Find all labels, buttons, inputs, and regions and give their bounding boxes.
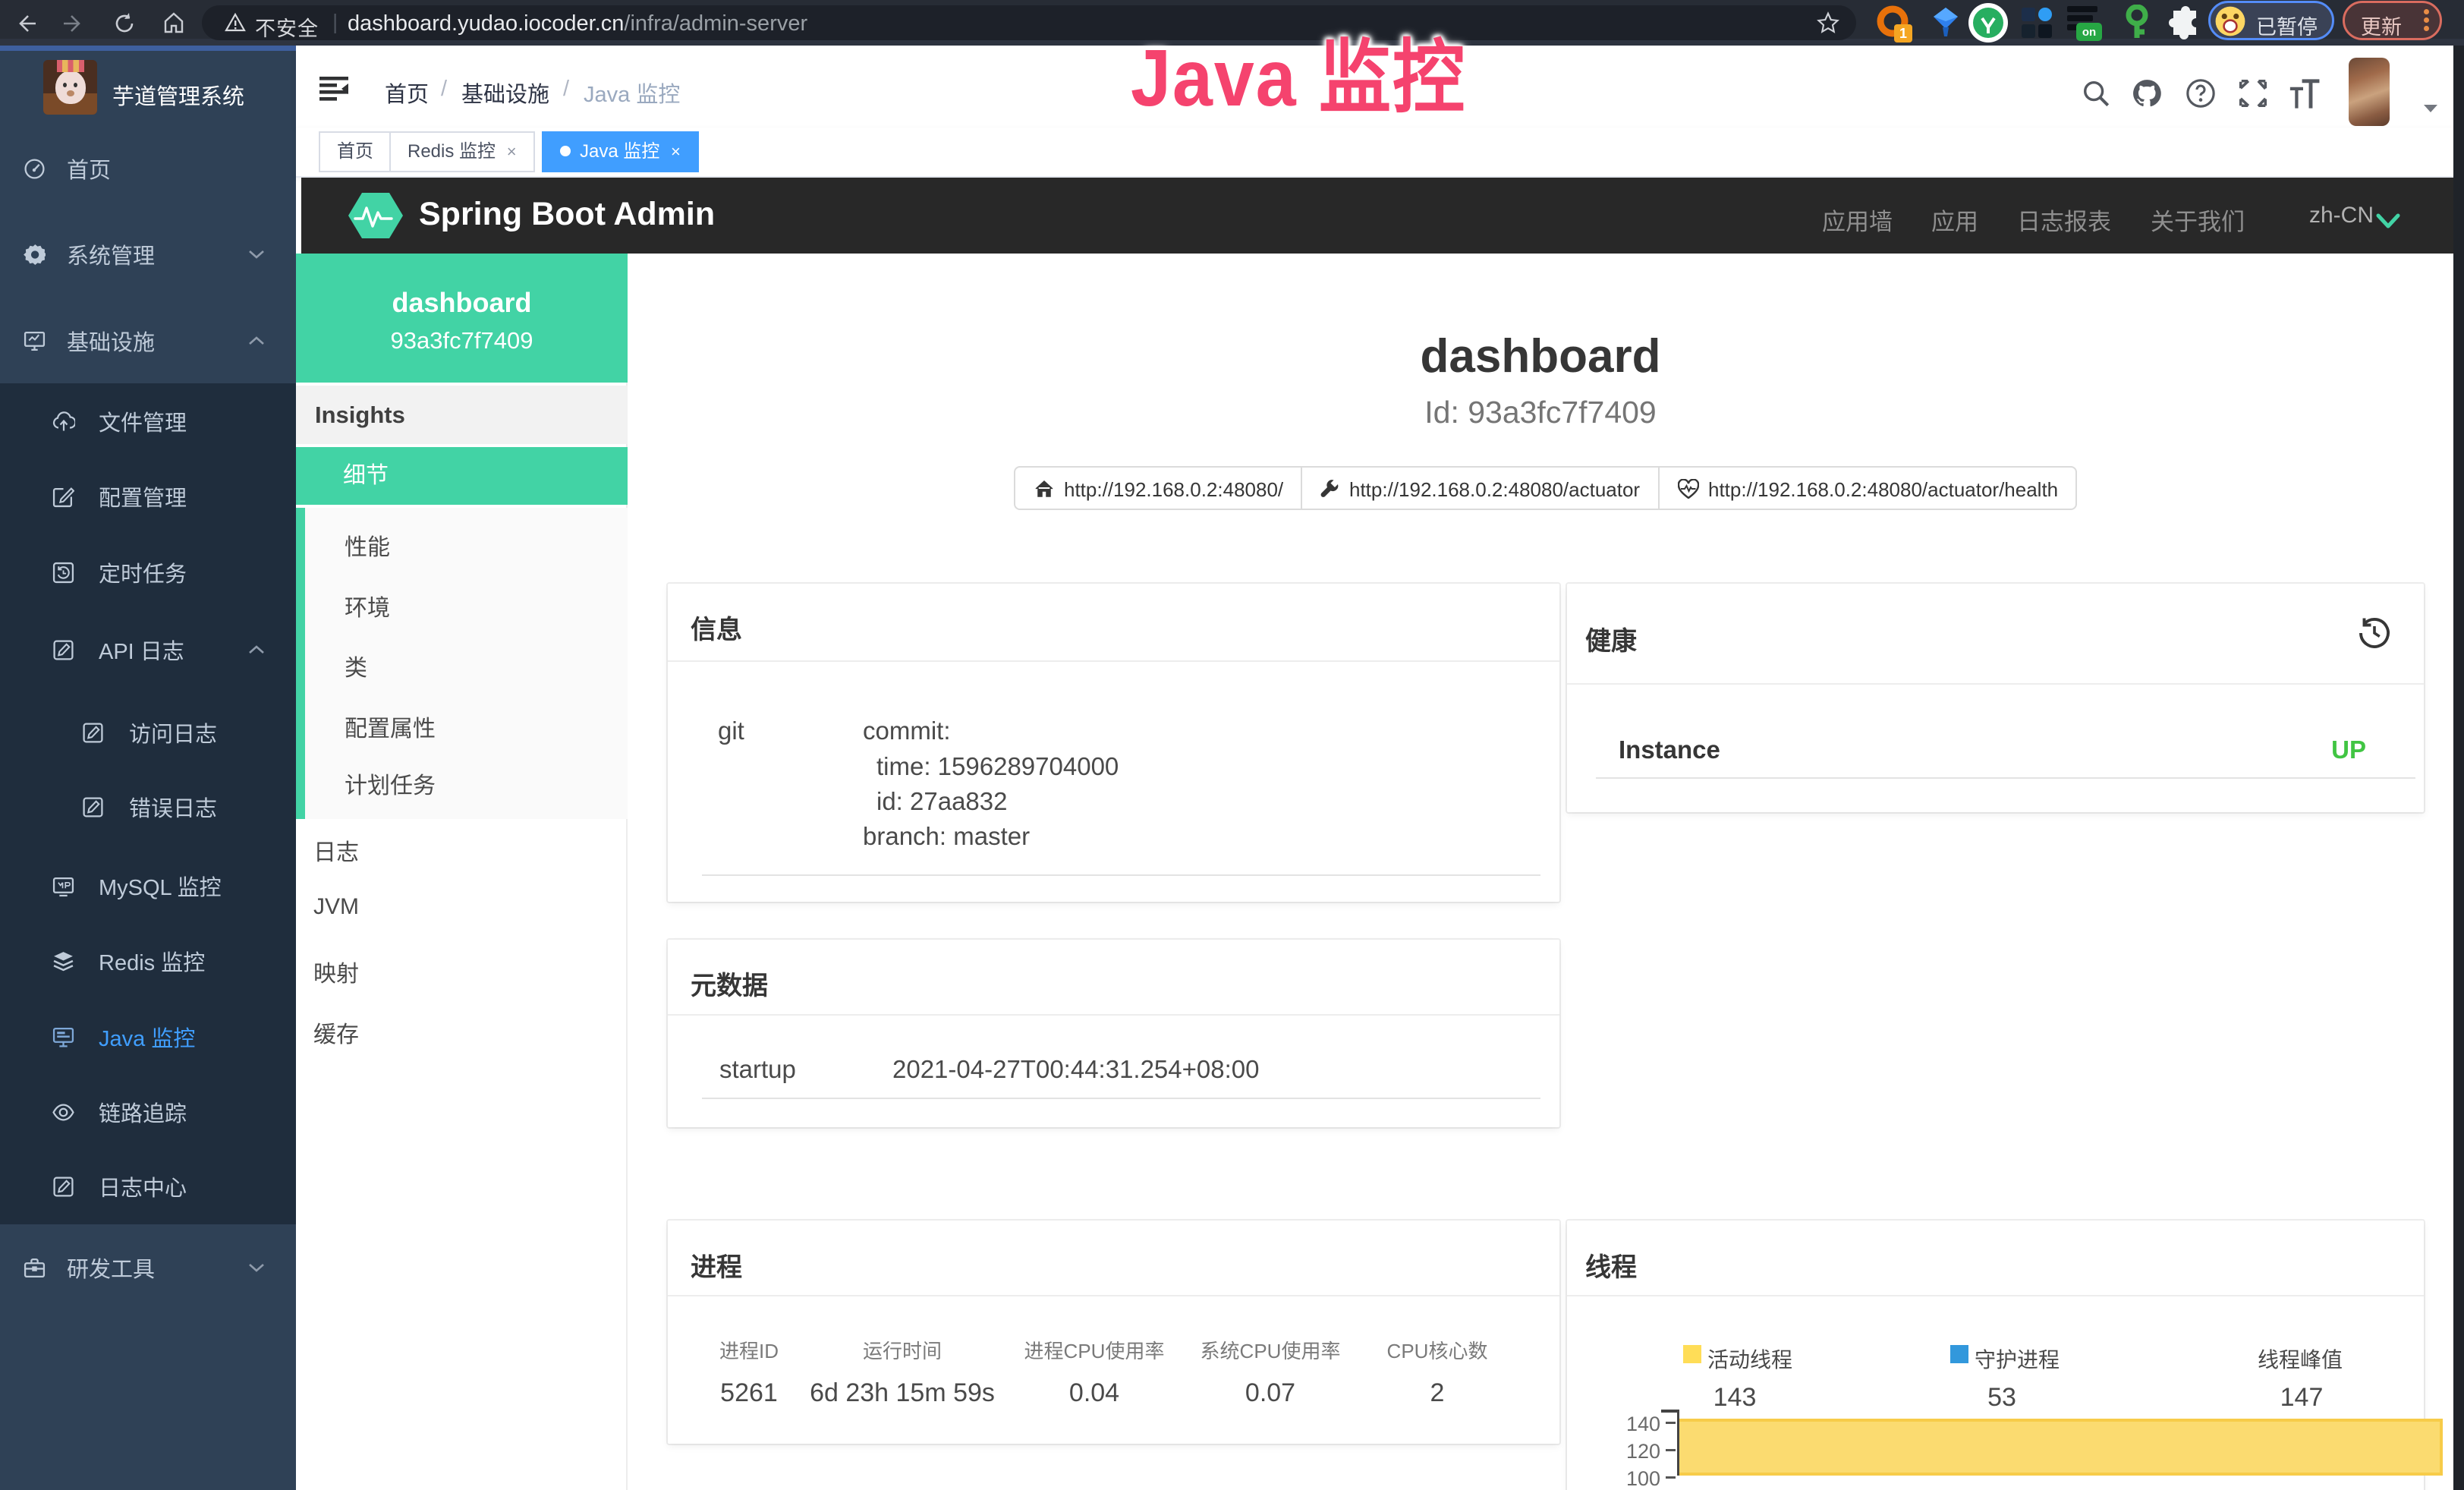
svg-text:on: on — [2082, 26, 2096, 39]
svg-text:1: 1 — [1899, 26, 1907, 41]
